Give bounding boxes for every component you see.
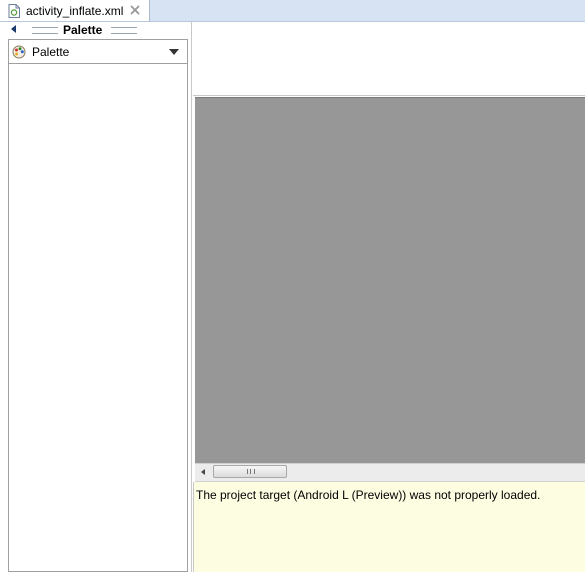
layout-toolbar-area (193, 22, 585, 96)
palette-header: Palette (0, 22, 191, 38)
thumb-grip-icon (247, 469, 255, 474)
collapse-left-icon[interactable] (11, 25, 16, 33)
drag-grip-left[interactable] (32, 27, 58, 34)
drag-grip-right[interactable] (111, 27, 137, 34)
error-message: The project target (Android L (Preview))… (196, 488, 541, 502)
palette-icon (12, 45, 26, 59)
scroll-left-icon[interactable] (201, 469, 205, 475)
tab-activity-inflate[interactable]: activity_inflate.xml (0, 0, 150, 21)
scrollbar-thumb[interactable] (213, 465, 287, 478)
palette-list: Palette (8, 39, 188, 572)
palette-panel: Palette Palette (0, 22, 192, 572)
layout-canvas[interactable] (195, 97, 585, 464)
palette-dropdown[interactable]: Palette (9, 40, 187, 64)
chevron-down-icon[interactable] (169, 49, 179, 55)
editor-tab-strip: activity_inflate.xml (0, 0, 585, 22)
canvas-horizontal-scrollbar[interactable] (195, 463, 585, 482)
xml-file-icon (8, 3, 20, 18)
tab-label: activity_inflate.xml (26, 3, 124, 18)
error-panel: The project target (Android L (Preview))… (193, 482, 585, 572)
palette-title: Palette (63, 23, 103, 37)
close-icon[interactable] (130, 5, 140, 17)
palette-dropdown-label: Palette (32, 44, 70, 59)
